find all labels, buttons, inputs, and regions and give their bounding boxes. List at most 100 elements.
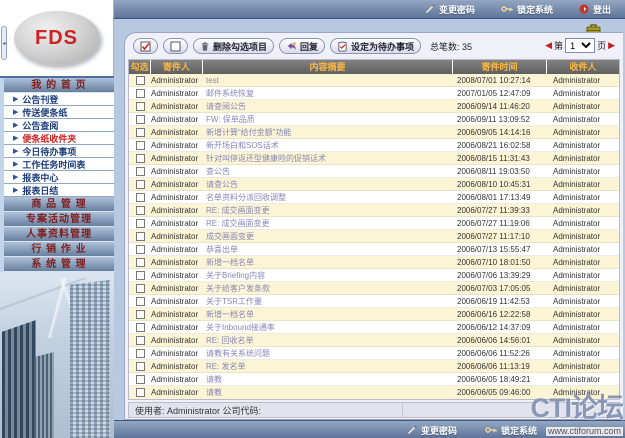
row-checkbox[interactable] — [136, 375, 145, 384]
row-checkbox[interactable] — [136, 349, 145, 358]
change-password-button-bottom[interactable]: 变更密码 — [407, 421, 457, 438]
pen-icon — [407, 425, 417, 435]
row-sender: Administrator — [151, 375, 203, 384]
sidebar-item[interactable]: ▶今日待办事项 — [4, 145, 114, 158]
row-check-cell — [129, 310, 151, 319]
main-area: 删除勾选项目 回复 设定为待办事项 总笔数: 35 ◀ 第 1 页 ▶ — [114, 19, 625, 438]
row-checkbox[interactable] — [136, 76, 145, 85]
row-subject-link[interactable]: 关于Briefing内容 — [203, 270, 453, 281]
row-subject-link[interactable]: 关于TSR工作量 — [203, 296, 453, 307]
row-checkbox[interactable] — [136, 336, 145, 345]
select-all-button[interactable] — [133, 38, 158, 54]
sidebar-item[interactable]: ▶传送便条纸 — [4, 106, 114, 119]
row-subject-link[interactable]: 请教 — [203, 387, 453, 398]
sidebar-item[interactable]: ▶报表日结 — [4, 184, 114, 197]
sidebar-item[interactable]: ▶工作任务时间表 — [4, 158, 114, 171]
row-checkbox[interactable] — [136, 154, 145, 163]
sidebar-item[interactable]: ▶公告刊登 — [4, 93, 114, 106]
lock-system-button[interactable]: 锁定系统 — [501, 3, 553, 16]
row-checkbox[interactable] — [136, 180, 145, 189]
row-checkbox[interactable] — [136, 128, 145, 137]
row-checkbox[interactable] — [136, 284, 145, 293]
watermark-url: www.ctiforum.com — [546, 427, 623, 436]
sidebar-section-header[interactable]: 人事资料管理 — [4, 227, 114, 242]
reply-button[interactable]: 回复 — [279, 38, 325, 54]
row-time: 2006/07/13 15:55:47 — [453, 245, 547, 254]
row-subject-link[interactable]: RE: 成交画面变更 — [203, 218, 453, 229]
row-recipient: Administrator — [547, 297, 619, 306]
row-checkbox[interactable] — [136, 167, 145, 176]
row-checkbox[interactable] — [136, 362, 145, 371]
row-subject-link[interactable]: RE: 发名单 — [203, 361, 453, 372]
sidebar-section-header[interactable]: 我 的 首 页 — [4, 78, 114, 93]
table-row: Administrator邮件系统恢复2007/01/05 12:47:09Ad… — [129, 87, 619, 100]
change-password-button[interactable]: 变更密码 — [425, 3, 475, 16]
row-recipient: Administrator — [547, 284, 619, 293]
row-subject-link[interactable]: test — [203, 76, 453, 85]
row-subject-link[interactable]: FW: 保单品质 — [203, 114, 453, 125]
row-subject-link[interactable]: 针对叫停返还型健康险的促销话术 — [203, 153, 453, 164]
set-todo-button[interactable]: 设定为待办事项 — [330, 38, 421, 54]
row-subject-link[interactable]: 请教有关系统问题 — [203, 348, 453, 359]
row-sender: Administrator — [151, 115, 203, 124]
row-subject-link[interactable]: 成交画面变更 — [203, 231, 453, 242]
row-subject-link[interactable]: 名单资料分派回收调整 — [203, 192, 453, 203]
row-subject-link[interactable]: 关于给客户发条款 — [203, 283, 453, 294]
sidebar-section-header[interactable]: 专案活动管理 — [4, 212, 114, 227]
row-subject-link[interactable]: 请查阅公告 — [203, 101, 453, 112]
row-subject-link[interactable]: RE: 成交画面变更 — [203, 205, 453, 216]
row-subject-link[interactable]: 请查公告 — [203, 179, 453, 190]
row-checkbox[interactable] — [136, 310, 145, 319]
row-check-cell — [129, 388, 151, 397]
row-subject-link[interactable]: 新增一档名单 — [203, 309, 453, 320]
row-recipient: Administrator — [547, 206, 619, 215]
row-subject-link[interactable]: 恭喜出单 — [203, 244, 453, 255]
table-row: Administrator关于Inbound接通率2006/06/12 14:3… — [129, 321, 619, 334]
row-subject-link[interactable]: RE: 回收名单 — [203, 335, 453, 346]
row-subject-link[interactable]: 请教 — [203, 374, 453, 385]
row-subject-link[interactable]: 新开场白和SOS话术 — [203, 140, 453, 151]
row-checkbox[interactable] — [136, 206, 145, 215]
row-checkbox[interactable] — [136, 232, 145, 241]
next-page-arrow-icon[interactable]: ▶ — [608, 41, 615, 50]
row-sender: Administrator — [151, 232, 203, 241]
row-subject-link[interactable]: 关于Inbound接通率 — [203, 322, 453, 333]
sidebar-item[interactable]: ▶便条纸收件夹 — [4, 132, 114, 145]
sidebar-section-header[interactable]: 商 品 管 理 — [4, 197, 114, 212]
row-time: 2006/07/06 13:39:29 — [453, 271, 547, 280]
logout-button[interactable]: 登出 — [579, 3, 611, 16]
page-select[interactable]: 1 — [565, 38, 595, 53]
row-subject-link[interactable]: 查公告 — [203, 166, 453, 177]
row-recipient: Administrator — [547, 323, 619, 332]
row-subject-link[interactable]: 新增一档名单 — [203, 257, 453, 268]
row-recipient: Administrator — [547, 141, 619, 150]
row-checkbox[interactable] — [136, 271, 145, 280]
delete-checked-button[interactable]: 删除勾选项目 — [193, 38, 274, 54]
lock-system-button-bottom[interactable]: 锁定系统 — [485, 421, 537, 438]
sidebar-section-header[interactable]: 系 统 管 理 — [4, 257, 114, 272]
sidebar-section-header[interactable]: 行 销 作 业 — [4, 242, 114, 257]
triangle-bullet-icon: ▶ — [13, 109, 18, 116]
prev-page-arrow-icon[interactable]: ◀ — [545, 41, 552, 50]
row-recipient: Administrator — [547, 375, 619, 384]
row-checkbox[interactable] — [136, 115, 145, 124]
sidebar-item[interactable]: ▶公告查阅 — [4, 119, 114, 132]
table-row: Administrator关于TSR工作量2006/06/19 11:42:53… — [129, 295, 619, 308]
row-checkbox[interactable] — [136, 297, 145, 306]
clear-selection-button[interactable] — [163, 38, 188, 54]
row-checkbox[interactable] — [136, 323, 145, 332]
row-subject-link[interactable]: 新增计算“给付金额”功能 — [203, 127, 453, 138]
row-checkbox[interactable] — [136, 219, 145, 228]
sidebar-item[interactable]: ▶报表中心 — [4, 171, 114, 184]
row-checkbox[interactable] — [136, 141, 145, 150]
row-checkbox[interactable] — [136, 388, 145, 397]
checked-box-icon — [140, 41, 151, 52]
row-checkbox[interactable] — [136, 193, 145, 202]
sidebar-collapse-handle[interactable]: ◂ — [1, 26, 7, 60]
row-sender: Administrator — [151, 128, 203, 137]
row-checkbox[interactable] — [136, 89, 145, 98]
row-checkbox[interactable] — [136, 245, 145, 254]
row-checkbox[interactable] — [136, 102, 145, 111]
row-checkbox[interactable] — [136, 258, 145, 267]
row-subject-link[interactable]: 邮件系统恢复 — [203, 88, 453, 99]
